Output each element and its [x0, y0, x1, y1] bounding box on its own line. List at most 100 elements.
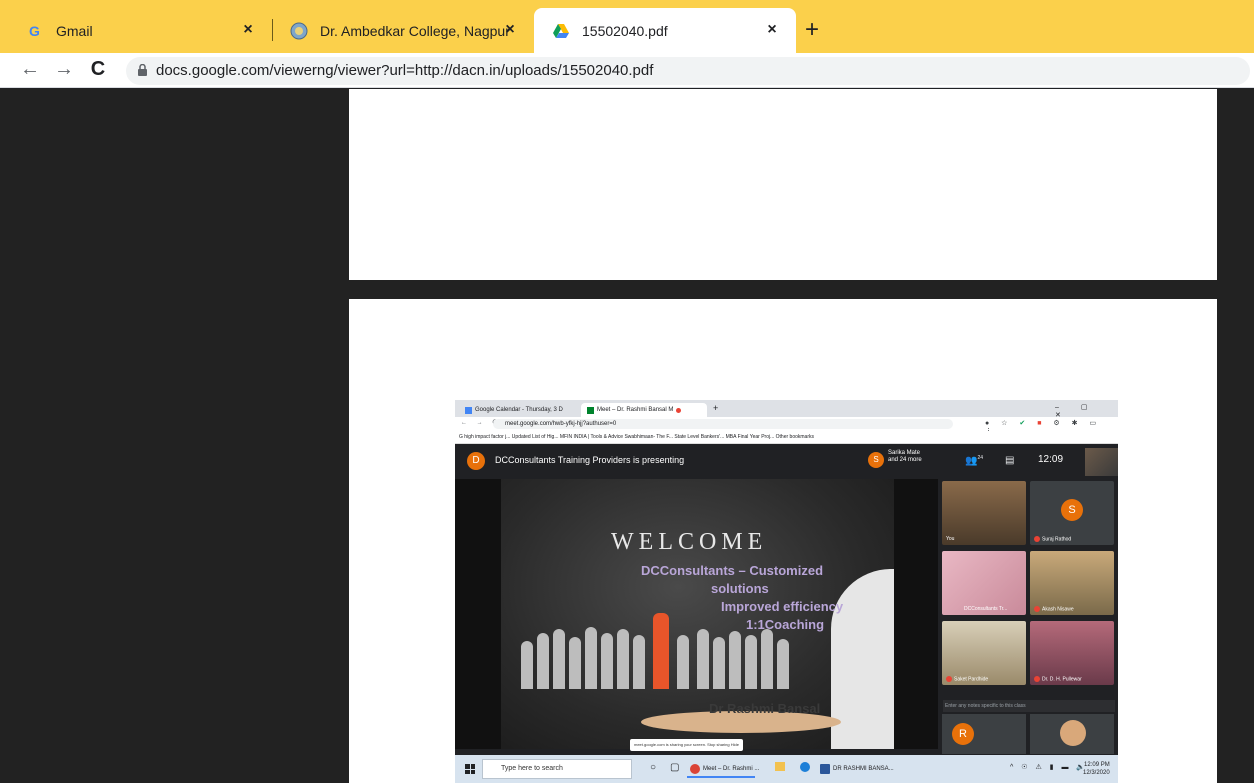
chrome-icon — [690, 764, 700, 774]
college-logo-icon — [290, 22, 308, 39]
browser-toolbar: ← → C docs.google.com/viewerng/viewer?ur… — [0, 53, 1254, 88]
self-view-thumbnail — [1085, 448, 1118, 476]
pdf-page — [349, 89, 1217, 280]
slide-line: 1:1Coaching — [746, 617, 825, 632]
mic-off-icon — [1034, 605, 1040, 612]
participant-name: Dr. D. H. Pullewar — [1042, 676, 1082, 682]
slide-welcome: WELCOME — [611, 529, 768, 555]
taskbar-clock: 12:09 PM 12/3/2020 — [1083, 761, 1110, 777]
figure-graphic — [585, 627, 597, 689]
participant-name: Akash Nisawe — [1042, 606, 1074, 612]
figure-graphic — [537, 633, 549, 689]
slide-line: Improved efficiency — [721, 599, 844, 614]
forward-button[interactable]: → — [52, 58, 76, 82]
close-tab-icon[interactable]: × — [762, 20, 782, 40]
presentation-slide: WELCOME DCConsultants – Customized solut… — [501, 479, 894, 749]
people-icon: 👥24 — [965, 455, 984, 467]
participants-summary: Sarika Mate and 24 more — [888, 450, 922, 464]
participant-name: Suraj Rathod — [1042, 536, 1072, 542]
taskbar-date: 12/3/2020 — [1083, 770, 1110, 776]
tab-pdf[interactable]: 15502040.pdf × — [534, 8, 796, 53]
participant-name-label: Suraj Rathod — [1034, 535, 1072, 542]
participant-tile: Akash Nisawe — [1030, 551, 1114, 615]
reload-button[interactable]: C — [86, 58, 110, 82]
gmail-icon: G — [29, 23, 40, 39]
screenshot-tab-title: Meet – Dr. Rashmi Bansal M — [597, 407, 674, 413]
figure-graphic — [745, 635, 757, 689]
tab-gmail[interactable]: G Gmail × — [10, 8, 272, 53]
taskbar-app-label: DR RASHMI BANSA... — [833, 766, 894, 772]
participant-tile: You — [942, 481, 1026, 545]
cortana-icon: ○ — [650, 762, 657, 773]
taskbar-app-word: DR RASHMI BANSA... — [817, 760, 897, 778]
figure-graphic — [601, 633, 613, 689]
system-tray-icons: ^ ☉ ⚠ ▮ ▬ 🔈 — [1010, 764, 1089, 771]
screenshot-new-tab-icon: + — [713, 403, 719, 413]
participant-name: Sarika Mate — [888, 450, 921, 456]
participant-name-label: Akash Nisawe — [1034, 605, 1074, 612]
participant-tile: S Suraj Rathod — [1030, 481, 1114, 545]
participant-tile: Saket Pardhide — [942, 621, 1026, 685]
participant-avatar: R — [952, 723, 974, 745]
screenshot-tab-meet: Meet – Dr. Rashmi Bansal M — [581, 403, 707, 417]
participant-name: DCConsultants Tr... — [964, 606, 1008, 612]
screenshot-tab-strip: Google Calendar - Thursday, 3 D Meet – D… — [455, 400, 1118, 419]
taskbar-search: Type here to search — [482, 759, 632, 779]
slide-presenter: Dr Rashmi Bansal — [709, 701, 821, 716]
participant-more: and 24 more — [888, 457, 922, 463]
pdf-page: Google Calendar - Thursday, 3 D Meet – D… — [349, 299, 1217, 783]
windows-taskbar: Type here to search ○ ▢ Meet – Dr. Rashm… — [455, 755, 1118, 783]
figure-graphic — [521, 641, 533, 689]
figure-graphic — [617, 629, 629, 689]
participant-name-label: Saket Pardhide — [946, 675, 989, 682]
participant-photo — [1060, 720, 1086, 746]
screenshot-bookmarks-bar: G high impact factor j... Updated List o… — [455, 431, 1118, 444]
mic-off-icon — [1034, 535, 1040, 542]
task-view-icon: ▢ — [670, 762, 680, 773]
slide-letterbox — [455, 479, 501, 749]
presenting-label: DCConsultants Training Providers is pres… — [495, 455, 685, 465]
participant-tile: DCConsultants Tr... — [942, 551, 1026, 615]
mic-off-icon — [1034, 675, 1040, 682]
figure-graphic — [713, 637, 725, 689]
figure-graphic — [569, 637, 581, 689]
tab-strip: G Gmail × Dr. Ambedkar College, Nagpur ×… — [0, 0, 1254, 53]
meet-icon — [587, 406, 594, 414]
participant-tile: R — [942, 714, 1026, 754]
people-count: 24 — [977, 455, 984, 461]
participant-name-label: Dr. D. H. Pullewar — [1034, 675, 1082, 682]
participant-tile: Dr. D. H. Pullewar — [1030, 621, 1114, 685]
screenshot-url: meet.google.com/hwb-yfkj-hjj?authuser=0 — [505, 421, 617, 427]
chat-icon: ▤ — [1005, 455, 1015, 466]
figure-graphic — [697, 629, 709, 689]
new-tab-button[interactable]: + — [805, 18, 819, 42]
tab-title: Dr. Ambedkar College, Nagpur — [320, 22, 510, 39]
slide-line: DCConsultants – Customized — [641, 563, 824, 578]
recording-dot-icon — [676, 407, 682, 413]
address-bar[interactable]: docs.google.com/viewerng/viewer?url=http… — [126, 57, 1250, 85]
participant-avatar: S — [868, 452, 884, 468]
screen-share-notice: meet.google.com is sharing your screen. … — [630, 739, 743, 751]
figure-graphic — [729, 631, 741, 689]
taskbar-app-label: Meet – Dr. Rashmi ... — [703, 766, 760, 772]
pdf-viewer[interactable]: Google Calendar - Thursday, 3 D Meet – D… — [0, 89, 1254, 783]
meet-top-bar: D DCConsultants Training Providers is pr… — [455, 444, 1118, 479]
screenshot-address-bar: meet.google.com/hwb-yfkj-hjj?authuser=0 — [493, 419, 953, 429]
meet-clock: 12:09 — [1038, 454, 1064, 465]
taskbar-search-text: Type here to search — [501, 765, 563, 772]
mic-off-icon — [946, 675, 952, 682]
edge-icon — [800, 762, 810, 772]
back-button[interactable]: ← — [18, 58, 42, 82]
screenshot-toolbar: ← → C ⌂ meet.google.com/hwb-yfkj-hjj?aut… — [455, 417, 1118, 435]
svg-text:G: G — [29, 23, 40, 39]
lock-icon — [138, 64, 147, 76]
tab-ambedkar-college[interactable]: Dr. Ambedkar College, Nagpur × — [272, 8, 534, 53]
file-explorer-icon — [775, 762, 785, 771]
figure-graphic — [633, 635, 645, 689]
close-tab-icon[interactable]: × — [238, 20, 258, 40]
close-tab-icon[interactable]: × — [500, 20, 520, 40]
participant-name: Saket Pardhide — [954, 676, 989, 682]
participant-avatar: S — [1061, 499, 1083, 521]
tab-title: Gmail — [56, 22, 93, 39]
screenshot-tab-title: Google Calendar - Thursday, 3 D — [475, 407, 563, 413]
